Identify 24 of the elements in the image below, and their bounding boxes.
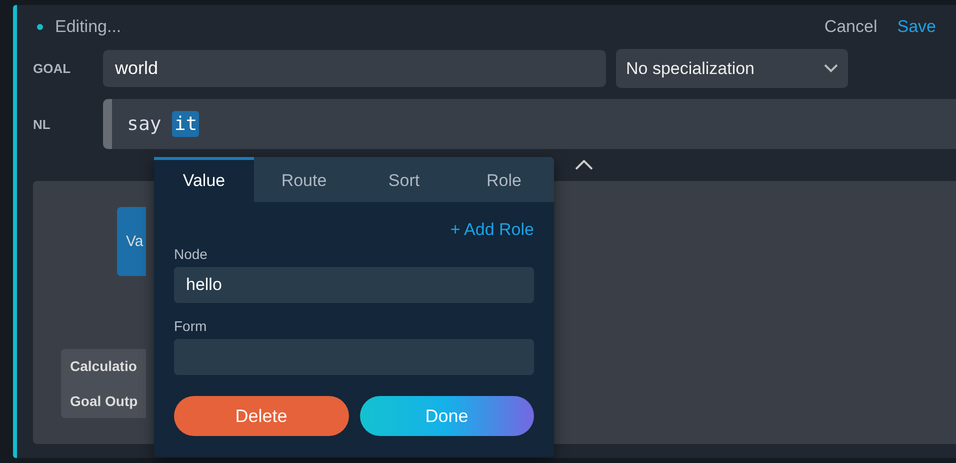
tab[interactable]: Sort bbox=[354, 157, 454, 202]
chevron-up-icon[interactable] bbox=[575, 160, 593, 170]
output-label: Goal Outp bbox=[70, 392, 139, 409]
chevron-down-icon bbox=[824, 64, 838, 73]
field-label: Node bbox=[174, 246, 208, 262]
save-button[interactable]: Save bbox=[897, 17, 936, 37]
field-label: Form bbox=[174, 318, 208, 334]
nl-label: NL bbox=[33, 116, 52, 132]
status-text: Editing... bbox=[55, 17, 122, 37]
tab[interactable]: Route bbox=[254, 157, 354, 202]
input-field[interactable]: hello bbox=[174, 267, 534, 303]
cancel-button[interactable]: Cancel bbox=[824, 17, 878, 37]
status-dot-icon bbox=[37, 24, 43, 30]
specialization-dropdown[interactable]: No specialization bbox=[616, 49, 848, 88]
delete-button[interactable]: Delete bbox=[174, 396, 348, 436]
tab[interactable]: Value bbox=[154, 157, 254, 202]
word-token[interactable]: say bbox=[125, 111, 164, 137]
add-role-link[interactable]: + Add Role bbox=[450, 220, 534, 240]
tab[interactable]: Role bbox=[454, 157, 554, 202]
node[interactable]: Va bbox=[117, 207, 146, 276]
word-token[interactable]: it bbox=[172, 111, 200, 137]
output-label: Calculatio bbox=[70, 358, 138, 374]
goal-label: GOAL bbox=[33, 61, 72, 76]
goal-field[interactable]: world bbox=[103, 50, 606, 87]
